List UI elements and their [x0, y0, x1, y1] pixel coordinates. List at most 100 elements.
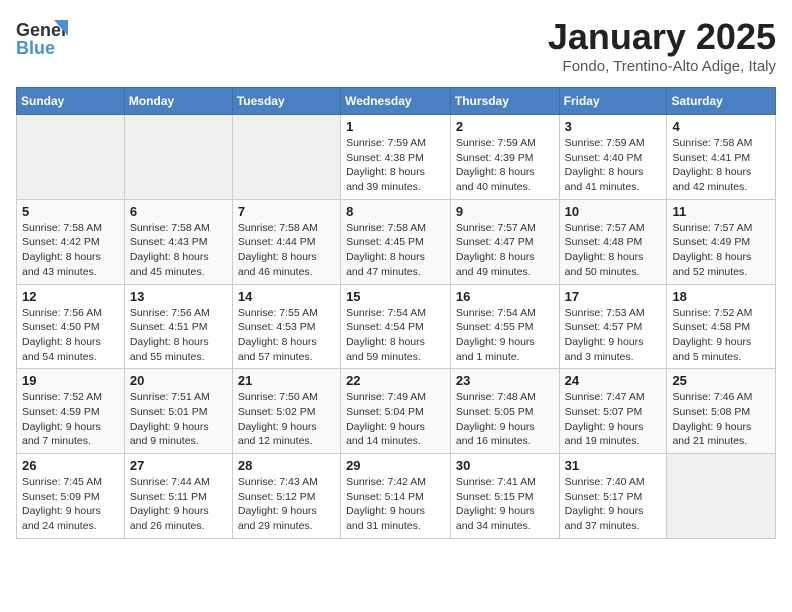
cell-date: 11: [672, 204, 770, 219]
page-title: January 2025: [548, 16, 776, 58]
calendar-body: 1 Sunrise: 7:59 AM Sunset: 4:38 PM Daylig…: [17, 115, 776, 539]
cell-date: 14: [238, 289, 335, 304]
cell-date: 31: [565, 458, 662, 473]
header-friday: Friday: [559, 88, 667, 115]
table-row: 19 Sunrise: 7:52 AM Sunset: 4:59 PM Dayli…: [17, 369, 125, 454]
cell-date: 4: [672, 119, 770, 134]
cell-date: 7: [238, 204, 335, 219]
table-row: [124, 115, 232, 200]
table-row: 20 Sunrise: 7:51 AM Sunset: 5:01 PM Dayli…: [124, 369, 232, 454]
cell-date: 23: [456, 373, 554, 388]
cell-info: Sunrise: 7:57 AM Sunset: 4:48 PM Dayligh…: [565, 221, 662, 280]
table-row: 25 Sunrise: 7:46 AM Sunset: 5:08 PM Dayli…: [667, 369, 776, 454]
table-row: 6Sunrise: 7:58 AM Sunset: 4:43 PM Daylig…: [124, 199, 232, 284]
cell-date: 27: [130, 458, 227, 473]
cell-date: 9: [456, 204, 554, 219]
table-row: 2 Sunrise: 7:59 AM Sunset: 4:39 PM Daylig…: [450, 115, 559, 200]
logo-icon: General Blue: [16, 16, 68, 60]
cell-date: 10: [565, 204, 662, 219]
cell-date: 17: [565, 289, 662, 304]
table-row: 29Sunrise: 7:42 AM Sunset: 5:14 PM Dayli…: [341, 454, 451, 539]
table-row: 7 Sunrise: 7:58 AM Sunset: 4:44 PM Daylig…: [232, 199, 340, 284]
table-row: 18Sunrise: 7:52 AM Sunset: 4:58 PM Dayli…: [667, 284, 776, 369]
cell-info: Sunrise: 7:54 AM Sunset: 4:54 PM Dayligh…: [346, 306, 445, 365]
cell-info: Sunrise: 7:52 AM Sunset: 4:59 PM Dayligh…: [22, 390, 119, 449]
table-row: 16 Sunrise: 7:54 AM Sunset: 4:55 PM Dayli…: [450, 284, 559, 369]
table-row: 4 Sunrise: 7:58 AM Sunset: 4:41 PM Daylig…: [667, 115, 776, 200]
cell-date: 29: [346, 458, 445, 473]
cell-date: 15: [346, 289, 445, 304]
table-row: 14Sunrise: 7:55 AM Sunset: 4:53 PM Dayli…: [232, 284, 340, 369]
cell-info: Sunrise: 7:45 AM Sunset: 5:09 PM Dayligh…: [22, 475, 119, 534]
table-row: 1 Sunrise: 7:59 AM Sunset: 4:38 PM Daylig…: [341, 115, 451, 200]
table-row: 11Sunrise: 7:57 AM Sunset: 4:49 PM Dayli…: [667, 199, 776, 284]
cell-date: 12: [22, 289, 119, 304]
table-row: 21 Sunrise: 7:50 AM Sunset: 5:02 PM Dayli…: [232, 369, 340, 454]
cell-date: 5: [22, 204, 119, 219]
cell-info: Sunrise: 7:46 AM Sunset: 5:08 PM Dayligh…: [672, 390, 770, 449]
logo: General Blue: [16, 16, 68, 60]
header-tuesday: Tuesday: [232, 88, 340, 115]
cell-date: 20: [130, 373, 227, 388]
table-row: 24 Sunrise: 7:47 AM Sunset: 5:07 PM Dayli…: [559, 369, 667, 454]
cell-info: Sunrise: 7:40 AM Sunset: 5:17 PM Dayligh…: [565, 475, 662, 534]
cell-date: 21: [238, 373, 335, 388]
cell-date: 13: [130, 289, 227, 304]
cell-info: Sunrise: 7:58 AM Sunset: 4:43 PM Dayligh…: [130, 221, 227, 280]
cell-info: Sunrise: 7:58 AM Sunset: 4:44 PM Dayligh…: [238, 221, 335, 280]
page-header: General Blue January 2025 Fondo, Trentin…: [16, 16, 776, 75]
table-row: [667, 454, 776, 539]
cell-date: 26: [22, 458, 119, 473]
cell-date: 24: [565, 373, 662, 388]
cell-info: Sunrise: 7:56 AM Sunset: 4:50 PM Dayligh…: [22, 306, 119, 365]
cell-info: Sunrise: 7:47 AM Sunset: 5:07 PM Dayligh…: [565, 390, 662, 449]
header-sunday: Sunday: [17, 88, 125, 115]
table-row: 5Sunrise: 7:58 AM Sunset: 4:42 PM Daylig…: [17, 199, 125, 284]
cell-info: Sunrise: 7:51 AM Sunset: 5:01 PM Dayligh…: [130, 390, 227, 449]
table-row: [17, 115, 125, 200]
cell-date: 16: [456, 289, 554, 304]
table-row: 15 Sunrise: 7:54 AM Sunset: 4:54 PM Dayli…: [341, 284, 451, 369]
cell-info: Sunrise: 7:41 AM Sunset: 5:15 PM Dayligh…: [456, 475, 554, 534]
table-row: 22 Sunrise: 7:49 AM Sunset: 5:04 PM Dayli…: [341, 369, 451, 454]
calendar-table: Sunday Monday Tuesday Wednesday Thursday…: [16, 87, 776, 539]
table-row: [232, 115, 340, 200]
cell-info: Sunrise: 7:59 AM Sunset: 4:39 PM Dayligh…: [456, 136, 554, 195]
cell-date: 2: [456, 119, 554, 134]
header-monday: Monday: [124, 88, 232, 115]
cell-info: Sunrise: 7:59 AM Sunset: 4:40 PM Dayligh…: [565, 136, 662, 195]
svg-text:Blue: Blue: [16, 38, 55, 58]
cell-info: Sunrise: 7:49 AM Sunset: 5:04 PM Dayligh…: [346, 390, 445, 449]
cell-date: 19: [22, 373, 119, 388]
cell-date: 8: [346, 204, 445, 219]
table-row: 13 Sunrise: 7:56 AM Sunset: 4:51 PM Dayli…: [124, 284, 232, 369]
cell-date: 1: [346, 119, 445, 134]
header-thursday: Thursday: [450, 88, 559, 115]
cell-info: Sunrise: 7:54 AM Sunset: 4:55 PM Dayligh…: [456, 306, 554, 365]
cell-info: Sunrise: 7:59 AM Sunset: 4:38 PM Dayligh…: [346, 136, 445, 195]
table-row: 8Sunrise: 7:58 AM Sunset: 4:45 PM Daylig…: [341, 199, 451, 284]
table-row: 27Sunrise: 7:44 AM Sunset: 5:11 PM Dayli…: [124, 454, 232, 539]
table-row: 30 Sunrise: 7:41 AM Sunset: 5:15 PM Dayli…: [450, 454, 559, 539]
cell-date: 30: [456, 458, 554, 473]
table-row: 9 Sunrise: 7:57 AM Sunset: 4:47 PM Daylig…: [450, 199, 559, 284]
cell-date: 3: [565, 119, 662, 134]
cell-info: Sunrise: 7:50 AM Sunset: 5:02 PM Dayligh…: [238, 390, 335, 449]
calendar-header: Sunday Monday Tuesday Wednesday Thursday…: [17, 88, 776, 115]
table-row: 28Sunrise: 7:43 AM Sunset: 5:12 PM Dayli…: [232, 454, 340, 539]
cell-date: 25: [672, 373, 770, 388]
table-row: 10 Sunrise: 7:57 AM Sunset: 4:48 PM Dayli…: [559, 199, 667, 284]
header-wednesday: Wednesday: [341, 88, 451, 115]
table-row: 3 Sunrise: 7:59 AM Sunset: 4:40 PM Daylig…: [559, 115, 667, 200]
cell-info: Sunrise: 7:57 AM Sunset: 4:47 PM Dayligh…: [456, 221, 554, 280]
cell-date: 22: [346, 373, 445, 388]
table-row: 31 Sunrise: 7:40 AM Sunset: 5:17 PM Dayli…: [559, 454, 667, 539]
table-row: 23Sunrise: 7:48 AM Sunset: 5:05 PM Dayli…: [450, 369, 559, 454]
cell-date: 28: [238, 458, 335, 473]
cell-info: Sunrise: 7:52 AM Sunset: 4:58 PM Dayligh…: [672, 306, 770, 365]
table-row: 12 Sunrise: 7:56 AM Sunset: 4:50 PM Dayli…: [17, 284, 125, 369]
cell-info: Sunrise: 7:56 AM Sunset: 4:51 PM Dayligh…: [130, 306, 227, 365]
header-saturday: Saturday: [667, 88, 776, 115]
title-block: January 2025 Fondo, Trentino-Alto Adige,…: [548, 16, 776, 75]
cell-info: Sunrise: 7:58 AM Sunset: 4:41 PM Dayligh…: [672, 136, 770, 195]
